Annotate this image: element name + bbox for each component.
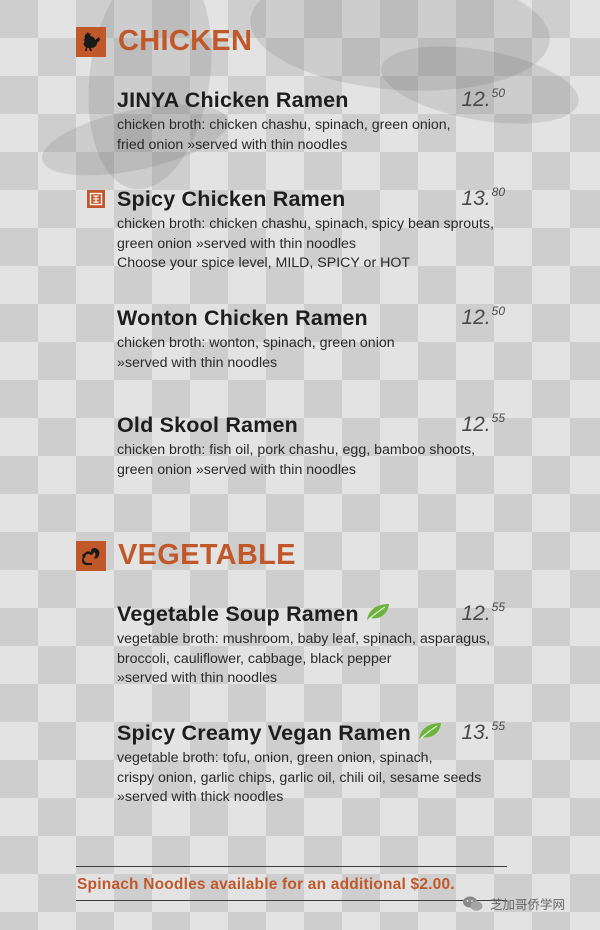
squirrel-icon: [76, 540, 106, 571]
section-header-chicken: CHICKEN: [76, 25, 252, 58]
item-name: Old Skool Ramen: [117, 412, 299, 437]
item-description: vegetable broth: tofu, onion, green onio…: [117, 750, 482, 805]
item-description: chicken broth: fish oil, pork chashu, eg…: [117, 442, 476, 478]
section-title: CHICKEN: [118, 25, 253, 57]
item-price: 12.55: [461, 600, 505, 625]
menu-item: Old Skool Ramen 12.55 chicken broth: fis…: [117, 411, 509, 480]
item-name: Vegetable Soup Ramen: [117, 601, 359, 626]
item-price: 13.80: [461, 185, 505, 210]
item-price: 12.50: [461, 304, 505, 329]
footnote: Spinach Noodles available for an additio…: [77, 876, 455, 893]
item-name: Spicy Chicken Ramen: [117, 186, 346, 211]
spicy-icon: [87, 190, 105, 208]
item-name: Wonton Chicken Ramen: [117, 305, 368, 330]
vegan-leaf-icon: [417, 721, 443, 746]
section-header-vegetable: VEGETABLE: [76, 539, 296, 572]
section-title: VEGETABLE: [118, 539, 296, 571]
item-description: vegetable broth: mushroom, baby leaf, sp…: [117, 631, 491, 686]
divider: [76, 900, 507, 901]
item-name: Spicy Creamy Vegan Ramen: [117, 720, 411, 745]
menu-item: Spicy Chicken Ramen 13.80 chicken broth:…: [117, 185, 509, 274]
item-description: chicken broth: wonton, spinach, green on…: [117, 335, 395, 371]
menu-item: Spicy Creamy Vegan Ramen 13.55 vegetable…: [117, 719, 509, 808]
vegan-leaf-icon: [365, 602, 391, 627]
wechat-icon: [463, 896, 483, 911]
watermark: 芝加哥侨学网: [462, 894, 565, 913]
item-description: chicken broth: chicken chashu, spinach, …: [117, 216, 494, 271]
menu-item: Wonton Chicken Ramen 12.50 chicken broth…: [117, 304, 509, 373]
item-description: chicken broth: chicken chashu, spinach, …: [117, 117, 451, 153]
item-name: JINYA Chicken Ramen: [117, 87, 349, 112]
item-price: 12.55: [461, 411, 505, 436]
divider: [76, 866, 507, 867]
chicken-icon: [76, 26, 106, 57]
watermark-text: 芝加哥侨学网: [490, 898, 566, 912]
menu-item: JINYA Chicken Ramen 12.50 chicken broth:…: [117, 86, 509, 155]
item-price: 12.50: [461, 86, 505, 111]
menu-item: Vegetable Soup Ramen 12.55 vegetable bro…: [117, 600, 509, 689]
item-price: 13.55: [461, 719, 505, 744]
